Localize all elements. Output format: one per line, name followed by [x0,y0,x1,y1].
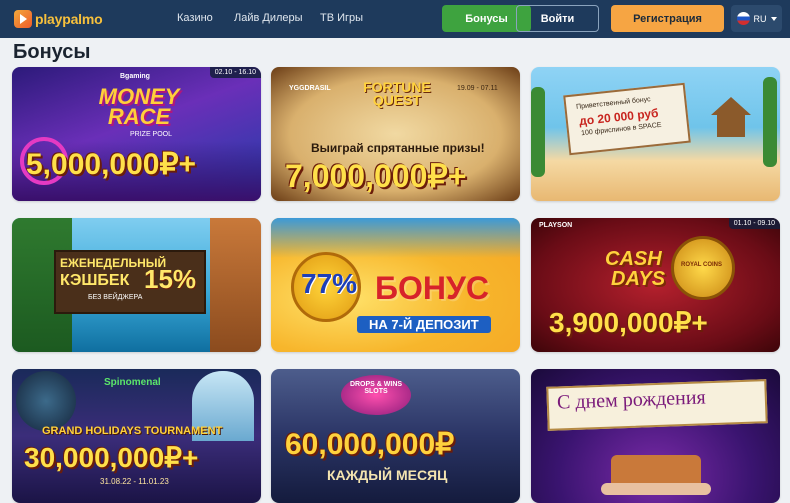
login-button[interactable]: Войти [516,5,599,32]
card-subtitle: Выиграй спрятанные призы! [311,141,485,155]
card-subtitle: КАЖДЫЙ МЕСЯЦ [327,467,448,483]
card-title: FORTUNE QUEST [363,79,431,108]
cashback-percent: 15% [144,264,197,294]
tournament-dates: 31.08.22 - 11.01.23 [100,477,169,486]
drops-wins-label: DROPS & WINS SLOTS [349,381,403,395]
date-badge: 01.10 - 09.10 [728,218,780,229]
hut-illustration [711,97,751,137]
play-icon [14,10,32,28]
prize-amount: 3,900,000₽+ [549,307,708,338]
character-left [16,371,76,431]
register-button[interactable]: Регистрация [611,5,724,32]
prize-amount: 7,000,000₽+ [285,158,467,194]
provider-label: YGGDRASIL [289,85,331,92]
provider-label: Spinomenal [104,377,161,388]
provider-label: Bgaming [120,73,150,80]
prize-amount: 30,000,000₽+ [24,442,199,473]
playpalmo-logo[interactable]: playpalmo [14,8,103,30]
bonus-card-welcome[interactable]: Приветственный бонус до 20 000 руб 100 ф… [531,67,780,201]
provider-label: PLAYSON [539,222,573,229]
bonus-card-birthday[interactable]: С днем рождения [531,369,780,503]
date-badge: 02.10 - 16.10 [209,67,261,78]
top-navigation-bar: playpalmo Казино Лайв Дилеры ТВ Игры Бон… [0,0,790,38]
bonus-percent: 77% [301,268,358,299]
date-label: 19.09 - 07.11 [457,85,498,92]
nav-tv-games-link[interactable]: ТВ Игры [320,12,363,24]
prize-amount: 5,000,000₽+ [26,148,197,181]
bonus-card-fortune-quest[interactable]: YGGDRASIL 19.09 - 07.11 FORTUNE QUEST Вы… [271,67,520,201]
royal-coins-label: ROYAL COINS [681,262,723,268]
bonus-card-grand-holidays[interactable]: Spinomenal GRAND HOLIDAYS TOURNAMENT 30,… [12,369,261,503]
bonus-card-seventh-deposit[interactable]: 77% БОНУС НА 7-Й ДЕПОЗИТ [271,218,520,352]
bonus-card-money-race[interactable]: Bgaming 02.10 - 16.10 MONEY RACE PRIZE P… [12,67,261,201]
palm-tree-left [531,87,545,177]
card-title: MONEY RACE [98,84,180,129]
chevron-down-icon [770,16,777,21]
royal-coin-icon [671,236,735,300]
card-title-line2: DAYS [611,268,666,290]
language-code: RU [753,13,767,24]
cake-plate [601,483,711,495]
russia-flag-icon [736,12,750,25]
rock-right [210,218,261,352]
nav-casino-link[interactable]: Казино [177,12,213,24]
card-title: БОНУС [375,270,490,306]
bonus-card-drops-wins[interactable]: DROPS & WINS SLOTS 60,000,000₽ КАЖДЫЙ МЕ… [271,369,520,503]
prize-amount: 60,000,000₽ [285,428,455,461]
bonus-card-cash-days[interactable]: PLAYSON 01.10 - 09.10 CASH DAYS ROYAL CO… [531,218,780,352]
nav-live-dealers-link[interactable]: Лайв Дилеры [234,12,303,24]
sky-gradient [271,218,520,258]
card-title-line2: КЭШБЕК [60,272,130,289]
bonus-card-weekly-cashback[interactable]: ЕЖЕНЕДЕЛЬНЫЙ КЭШБЕК 15% БЕЗ ВЕЙДЖЕРА [12,218,261,352]
card-title: GRAND HOLIDAYS TOURNAMENT [42,425,223,437]
page-title: Бонусы [13,41,91,63]
card-subtitle: БЕЗ ВЕЙДЖЕРА [88,294,143,301]
language-selector[interactable]: RU [731,5,782,32]
logo-text: playpalmo [35,11,103,27]
palm-tree-right [763,77,777,167]
card-subtitle: НА 7-Й ДЕПОЗИТ [357,316,491,333]
card-subtitle: PRIZE POOL [130,131,173,138]
